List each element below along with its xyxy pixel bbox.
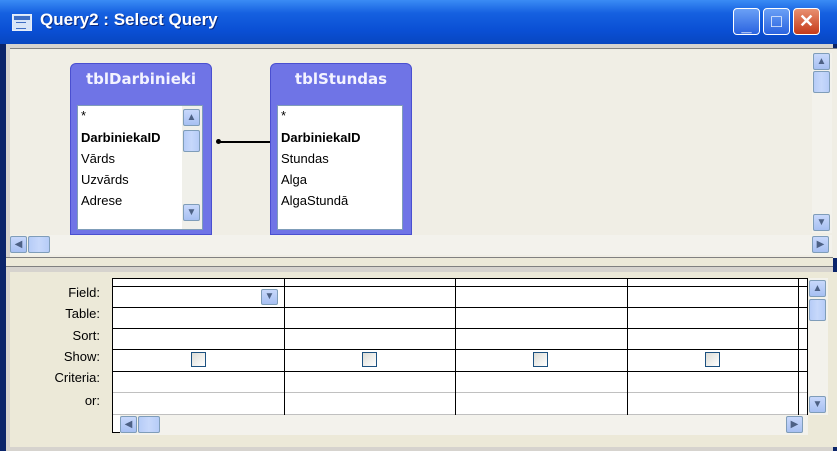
grid-line: [113, 307, 807, 308]
scroll-down-icon[interactable]: ▼: [183, 204, 200, 221]
scroll-right-icon[interactable]: ▶: [786, 416, 803, 433]
scroll-up-icon[interactable]: ▲: [183, 109, 200, 126]
grid-line: [113, 392, 807, 393]
row-label-show: Show:: [63, 349, 100, 364]
grid-line: [113, 286, 807, 287]
row-label-criteria: Criteria:: [54, 370, 100, 385]
design-grid-pane: Field: Table: Sort: Show: Criteria: or:: [10, 272, 837, 447]
window-title: Query2 : Select Query: [40, 10, 218, 29]
field-dropdown-icon[interactable]: ▼: [261, 289, 278, 305]
grid-vscroll[interactable]: ▲ ▼: [808, 278, 828, 415]
field-item[interactable]: *: [281, 108, 286, 123]
scroll-thumb[interactable]: [813, 71, 830, 93]
field-item[interactable]: Uzvārds: [81, 172, 129, 187]
title-bar[interactable]: Query2 : Select Query _ □ ✕: [0, 0, 837, 44]
row-label-table: Table:: [65, 306, 100, 321]
field-item[interactable]: Adrese: [81, 193, 122, 208]
table-pane: tblDarbinieki * DarbiniekaID Vārds Uzvār…: [10, 48, 837, 258]
scroll-thumb[interactable]: [138, 416, 160, 433]
field-list-tblStundas[interactable]: tblStundas * DarbiniekaID Stundas Alga A…: [270, 63, 412, 235]
scroll-left-icon[interactable]: ◀: [10, 236, 27, 253]
scroll-up-icon[interactable]: ▲: [809, 280, 826, 297]
grid-column-line: [798, 279, 799, 432]
field-list-box: * DarbiniekaID Stundas Alga AlgaStundā: [277, 105, 403, 230]
field-item[interactable]: Alga: [281, 172, 307, 187]
minimize-button[interactable]: _: [733, 8, 760, 35]
field-item[interactable]: Vārds: [81, 151, 115, 166]
scroll-up-icon[interactable]: ▲: [813, 53, 830, 70]
grid-line: [113, 371, 807, 372]
grid-line: [113, 328, 807, 329]
design-grid[interactable]: ▼: [112, 278, 808, 433]
show-checkbox[interactable]: [533, 352, 548, 367]
grid-hscroll[interactable]: ◀ ▶: [120, 415, 808, 435]
join-end-dot: [216, 139, 221, 144]
window-client: tblDarbinieki * DarbiniekaID Vārds Uzvār…: [6, 44, 837, 451]
field-item[interactable]: AlgaStundā: [281, 193, 348, 208]
field-list-title[interactable]: tblStundas: [271, 70, 411, 88]
show-checkbox[interactable]: [191, 352, 206, 367]
field-list-box: * DarbiniekaID Vārds Uzvārds Adrese ▲ ▼: [77, 105, 203, 230]
table-pane-hscroll[interactable]: ◀ ▶: [10, 235, 832, 255]
grid-column-line: [284, 279, 285, 432]
row-label-sort: Sort:: [72, 328, 100, 343]
minimize-icon: _: [741, 15, 752, 35]
table-pane-vscroll[interactable]: ▲ ▼: [812, 53, 832, 233]
query-icon: [12, 14, 32, 31]
field-list-title[interactable]: tblDarbinieki: [71, 70, 211, 88]
join-line[interactable]: [218, 141, 278, 143]
field-list-tblDarbinieki[interactable]: tblDarbinieki * DarbiniekaID Vārds Uzvār…: [70, 63, 212, 235]
scroll-thumb[interactable]: [28, 236, 50, 253]
close-icon: ✕: [798, 11, 815, 31]
scroll-thumb[interactable]: [809, 299, 826, 321]
row-label-field: Field:: [68, 285, 100, 300]
grid-column-line: [455, 279, 456, 432]
maximize-icon: □: [771, 11, 782, 31]
scroll-left-icon[interactable]: ◀: [120, 416, 137, 433]
scroll-down-icon[interactable]: ▼: [809, 396, 826, 413]
scroll-thumb[interactable]: [183, 130, 200, 152]
show-checkbox[interactable]: [362, 352, 377, 367]
scroll-down-icon[interactable]: ▼: [813, 214, 830, 231]
query-window: Query2 : Select Query _ □ ✕ tblDarbiniek…: [0, 0, 837, 451]
grid-line: [113, 349, 807, 350]
field-item[interactable]: DarbiniekaID: [281, 130, 360, 145]
maximize-button[interactable]: □: [763, 8, 790, 35]
field-item[interactable]: DarbiniekaID: [81, 130, 160, 145]
field-item[interactable]: *: [81, 108, 86, 123]
row-label-or: or:: [84, 393, 100, 408]
show-checkbox[interactable]: [705, 352, 720, 367]
field-list-scrollbar[interactable]: ▲ ▼: [182, 106, 202, 229]
close-button[interactable]: ✕: [793, 8, 820, 35]
scroll-right-icon[interactable]: ▶: [812, 236, 829, 253]
grid-column-line: [627, 279, 628, 432]
pane-splitter[interactable]: [6, 257, 833, 267]
field-item[interactable]: Stundas: [281, 151, 329, 166]
